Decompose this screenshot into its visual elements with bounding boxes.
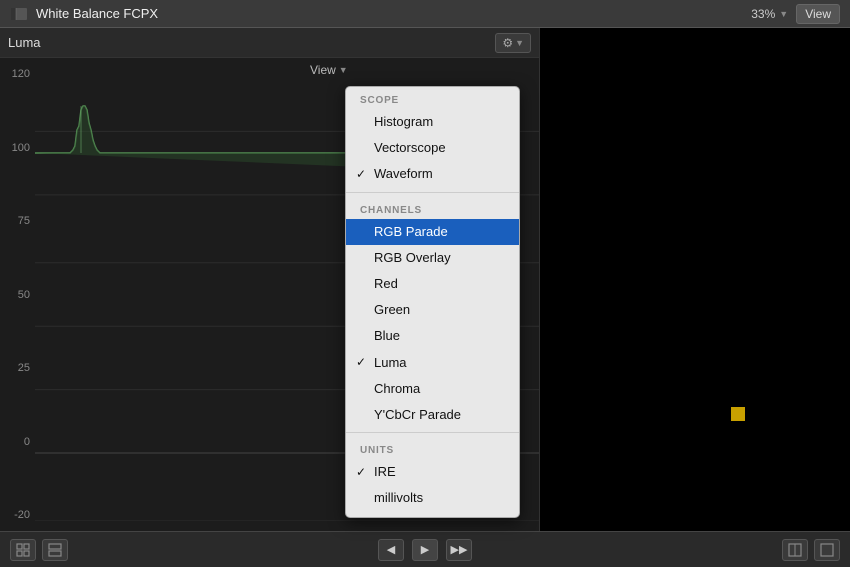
- zoom-control: 33% ▼: [751, 7, 788, 21]
- panel-view-button[interactable]: View ▼: [310, 63, 348, 77]
- ire-label: IRE: [374, 463, 396, 481]
- luma-check: ✓: [356, 354, 366, 371]
- units-section-header: UNITS: [346, 437, 519, 459]
- layout-icon-2: [48, 543, 62, 557]
- toolbar-center: ◀ ▶ ▶▶: [378, 539, 472, 561]
- toolbar-btn-4[interactable]: [814, 539, 840, 561]
- view-button-titlebar[interactable]: View: [796, 4, 840, 24]
- toolbar-btn-1[interactable]: [10, 539, 36, 561]
- green-label: Green: [374, 301, 410, 319]
- menu-item-green[interactable]: ✓ Green: [346, 297, 519, 323]
- y-axis: 120 100 75 50 25 0 -20: [0, 68, 35, 521]
- menu-item-rgb-overlay[interactable]: ✓ RGB Overlay: [346, 245, 519, 271]
- play-back-button[interactable]: ◀: [378, 539, 404, 561]
- play-back-icon: ◀: [387, 543, 395, 556]
- play-forward-icon: ▶▶: [451, 543, 468, 556]
- zoom-value: 33%: [751, 7, 775, 21]
- yellow-indicator: [731, 407, 745, 421]
- waveform-label: Luma: [8, 35, 41, 50]
- menu-item-ire[interactable]: ✓ IRE: [346, 459, 519, 485]
- layout-icon-3: [788, 543, 802, 557]
- titlebar: White Balance FCPX 33% ▼ View: [0, 0, 850, 28]
- y-label-25: 25: [18, 362, 30, 374]
- play-icon: ▶: [421, 543, 429, 556]
- play-forward-button[interactable]: ▶▶: [446, 539, 472, 561]
- panel-view-label: View: [310, 63, 336, 77]
- menu-item-histogram[interactable]: ✓ Histogram: [346, 109, 519, 135]
- toolbar-btn-2[interactable]: [42, 539, 68, 561]
- waveform-topbar: Luma ⚙ ▼: [0, 28, 539, 58]
- blue-label: Blue: [374, 327, 400, 345]
- toolbar-right: [782, 539, 840, 561]
- toolbar-left: [10, 539, 68, 561]
- y-label-0: 0: [24, 436, 30, 448]
- y-label-100: 100: [12, 142, 30, 154]
- y-label-50: 50: [18, 289, 30, 301]
- rgb-overlay-label: RGB Overlay: [374, 249, 451, 267]
- channels-section-header: CHANNELS: [346, 197, 519, 219]
- preview-panel: [540, 28, 850, 531]
- millivolts-label: millivolts: [374, 489, 423, 507]
- red-label: Red: [374, 275, 398, 293]
- play-button[interactable]: ▶: [412, 539, 438, 561]
- panel-view-arrow: ▼: [339, 65, 348, 75]
- y-label-120: 120: [12, 68, 30, 80]
- toolbar-btn-3[interactable]: [782, 539, 808, 561]
- preview-black: [540, 28, 850, 531]
- vectorscope-label: Vectorscope: [374, 139, 446, 157]
- luma-label: Luma: [374, 354, 407, 372]
- menu-item-luma[interactable]: ✓ Luma: [346, 350, 519, 376]
- titlebar-controls: 33% ▼ View: [751, 4, 840, 24]
- app-icon: [10, 5, 28, 23]
- gear-icon: ⚙: [502, 36, 513, 50]
- view-label-area: View ▼: [310, 63, 348, 77]
- divider-1: [346, 192, 519, 193]
- menu-item-chroma[interactable]: ✓ Chroma: [346, 376, 519, 402]
- menu-item-waveform[interactable]: ✓ Waveform: [346, 161, 519, 187]
- ire-check: ✓: [356, 464, 366, 481]
- menu-item-ycbcr[interactable]: ✓ Y'CbCr Parade: [346, 402, 519, 428]
- ycbcr-label: Y'CbCr Parade: [374, 406, 461, 424]
- layout-icon-1: [16, 543, 30, 557]
- bottom-toolbar: ◀ ▶ ▶▶: [0, 531, 850, 567]
- menu-item-red[interactable]: ✓ Red: [346, 271, 519, 297]
- gear-button[interactable]: ⚙ ▼: [495, 33, 531, 53]
- gear-dropdown-arrow: ▼: [515, 38, 524, 48]
- scope-section-header: SCOPE: [346, 87, 519, 109]
- y-label-75: 75: [18, 215, 30, 227]
- waveform-label-menu: Waveform: [374, 165, 433, 183]
- layout-icon-4: [820, 543, 834, 557]
- y-label-neg20: -20: [14, 509, 30, 521]
- window-title: White Balance FCPX: [36, 6, 751, 21]
- histogram-label: Histogram: [374, 113, 433, 131]
- main-content: Luma ⚙ ▼ 120 100 75 50 25 0 -20: [0, 28, 850, 531]
- dropdown-menu: SCOPE ✓ Histogram ✓ Vectorscope ✓ Wavefo…: [345, 86, 520, 518]
- menu-item-blue[interactable]: ✓ Blue: [346, 323, 519, 349]
- menu-item-rgb-parade[interactable]: ✓ RGB Parade: [346, 219, 519, 245]
- chroma-label: Chroma: [374, 380, 420, 398]
- menu-item-vectorscope[interactable]: ✓ Vectorscope: [346, 135, 519, 161]
- divider-2: [346, 432, 519, 433]
- zoom-arrow[interactable]: ▼: [779, 9, 788, 19]
- menu-item-millivolts[interactable]: ✓ millivolts: [346, 485, 519, 511]
- rgb-parade-label: RGB Parade: [374, 223, 448, 241]
- waveform-check: ✓: [356, 166, 366, 183]
